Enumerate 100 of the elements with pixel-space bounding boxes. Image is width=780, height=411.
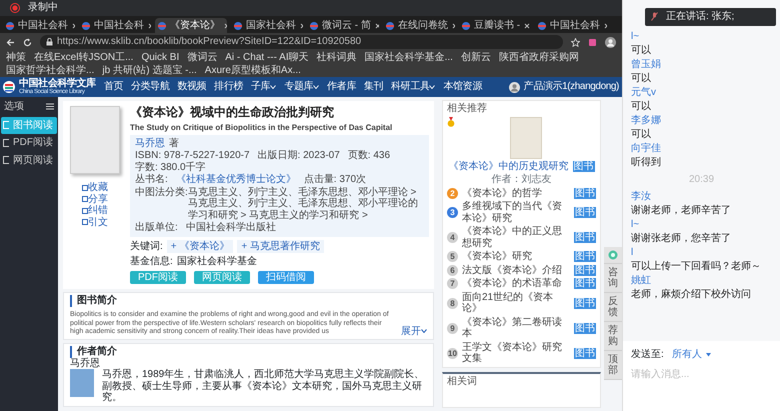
message-input[interactable]: 请输入消息... [631,368,772,380]
browser-tab[interactable]: 中国社会科 [79,18,151,33]
browser-tab[interactable]: 在线问卷统 [383,18,455,33]
profile-avatar-icon[interactable] [605,36,616,48]
action-link[interactable]: 引文 [82,216,108,228]
sender-name: l~ [631,218,640,232]
chat-message: 可以 [631,72,652,86]
book-link[interactable]: 王学文《资本论》研究文集 [462,342,570,364]
book-link[interactable]: 《资本论》中的历史观研究 [448,160,568,172]
category-path[interactable]: 马克思主义、列宁主义、毛泽东思想、邓小平理论的学习和研究 > 马克思主义的学习和研究 > [188,198,424,222]
browser-tab[interactable]: 微词云 - 简 [307,18,379,33]
nav-link[interactable]: 分类导航 [131,81,170,93]
bookmark-link[interactable]: 微词云 [187,52,218,64]
keyword-tag[interactable]: + 马克思著作研究 [237,240,324,254]
globe-icon [538,22,546,30]
globe-icon [234,22,242,30]
browser-tab[interactable]: 中国社会科 [535,18,607,33]
action-link[interactable]: 纠错 [82,205,108,216]
user-name[interactable]: 产品演示1(zhangdong) [524,81,619,93]
nav-link[interactable]: 作者库 [327,81,356,93]
chat-message: 可以 [631,44,652,58]
book-link[interactable]: 《资本论》的哲学 [462,188,570,199]
book-tag: 图书 [574,264,596,276]
nav-link[interactable]: 科研工具 [391,81,436,93]
nav-link[interactable]: 集刊 [364,81,384,93]
bookmark-link[interactable]: Axure原型模板和Ax... [204,64,301,76]
extension-icon[interactable] [588,38,597,46]
menu-icon[interactable] [46,103,54,110]
back-icon[interactable] [6,38,15,46]
nav-link[interactable]: 子库 [251,81,276,93]
book-tag: 图书 [574,207,596,218]
author-bio: 马乔恩，1989年生，甘肃临洮人，西北师范大学马克思主义学院副院长、副教授、硕士生导师，主要从事《资本论》文本研究，国外马克思主义研究。 [102,369,426,404]
bookmark-link[interactable]: Quick BI [141,52,180,64]
chat-timestamp: 20:39 [688,172,716,186]
site-logo-title: 中国社会科学文库 [19,79,96,89]
browser-tab[interactable]: 国家社会科 [231,18,303,33]
recipient-dropdown[interactable]: 所有人 [672,349,711,360]
book-subtitle: The Study on Critique of Biopolitics in the Perspective of Das Capital [130,122,394,132]
action-link[interactable]: 收藏 [82,182,108,194]
section-title: 图书简介 [70,295,427,307]
section-title: 作者简介 [70,346,427,358]
book-tag: 图书 [574,188,596,199]
book-link[interactable]: 多维视域下的当代《资本论》研究 [462,201,570,224]
bookmark-link[interactable]: 创新云 [460,52,491,64]
sidebar-item[interactable]: PDF阅读 [1,134,57,152]
refresh-icon[interactable] [23,38,32,46]
rank-badge: 9 [447,322,458,334]
sender-name: l~ [631,30,640,44]
side-tab[interactable]: 荐购 [604,322,622,351]
sidebar-item[interactable]: 网页阅读 [1,152,57,169]
page-icon [3,138,9,147]
chat-message: 听得到 [631,156,662,170]
bookmark-link[interactable]: Ai - Chat --- AI聊天 [225,52,309,64]
rank-badge: 8 [447,298,458,308]
nav-link[interactable]: 专题库 [284,81,320,93]
recording-status: 录制中 [28,2,58,14]
category-path[interactable]: 马克思主义、列宁主义、毛泽东思想、邓小平理论 > [188,186,424,198]
side-tab[interactable]: 反馈 [604,293,622,322]
book-link[interactable]: 《资本论》的术语革命 [462,278,570,290]
browser-tab[interactable]: 中国社会科 [3,18,75,33]
rank-badge: 5 [447,251,458,262]
book-title: 《资本论》视域中的生命政治批判研究 [130,106,335,120]
star-icon[interactable] [571,38,580,46]
bookmark-link[interactable]: 国家社会科学基金... [364,52,453,64]
rank-badge: 10 [447,348,458,358]
sender-name: l [631,246,634,260]
nav-link[interactable]: 本馆资源 [443,81,482,93]
book-link[interactable]: 面向21世纪的《资本论》 [462,292,570,314]
nav-link[interactable]: 数视频 [177,81,206,93]
keyword-tag[interactable]: + 《资本论》 [166,240,234,254]
address-bar[interactable]: https://www.sklib.cn/booklib/bookPreview?SiteID=122&ID=10920580 [40,35,563,49]
book-link[interactable]: 《资本论》第二卷研读本 [462,316,570,340]
bookmark-link[interactable]: 社科词典 [316,52,357,64]
book-tag: 图书 [574,322,596,334]
expand-link[interactable]: 展开 [401,326,427,338]
side-tab[interactable]: 顶部 [604,351,622,380]
bookmark-link[interactable]: 神策 [6,52,26,64]
globe-icon [462,22,470,30]
bookmark-link[interactable]: 在线Excel转JSON工... [34,52,134,64]
lock-icon [46,38,53,46]
browser-tab[interactable]: 豆瓣读书 - [459,18,531,33]
author-link[interactable]: 马乔恩 [135,138,165,150]
info-field: 出版日期: 2023-07 [258,150,340,162]
bookmark-link[interactable]: 陕西省政府采购网 [498,52,579,64]
chat-message: 可以 [631,128,652,142]
sender-name: 曾玉娟 [631,58,662,72]
bookmark-link[interactable]: 国家哲学社会科学... [6,64,94,76]
nav-link[interactable]: 排行榜 [214,81,244,93]
bookmark-link[interactable]: jb 共研(站) 选题宝 -... [102,64,197,76]
publisher-label: 出版单位: [135,222,178,234]
globe-icon [82,22,90,30]
nav-link[interactable]: 首页 [104,81,124,93]
book-link[interactable]: 《资本论》中的正义思想研究 [462,226,570,249]
browser-tab[interactable]: 《资本论》 [155,18,227,33]
book-link[interactable]: 《资本论》研究 [462,251,570,262]
side-tab[interactable]: 咨询 [604,264,622,293]
action-link[interactable]: 分享 [82,194,108,205]
series-link[interactable]: 《社科基金优秀博士论文》 [176,174,296,186]
book-link[interactable]: 法文版《资本论》介绍 [462,264,570,276]
sender-name: 李汝 [631,190,652,204]
